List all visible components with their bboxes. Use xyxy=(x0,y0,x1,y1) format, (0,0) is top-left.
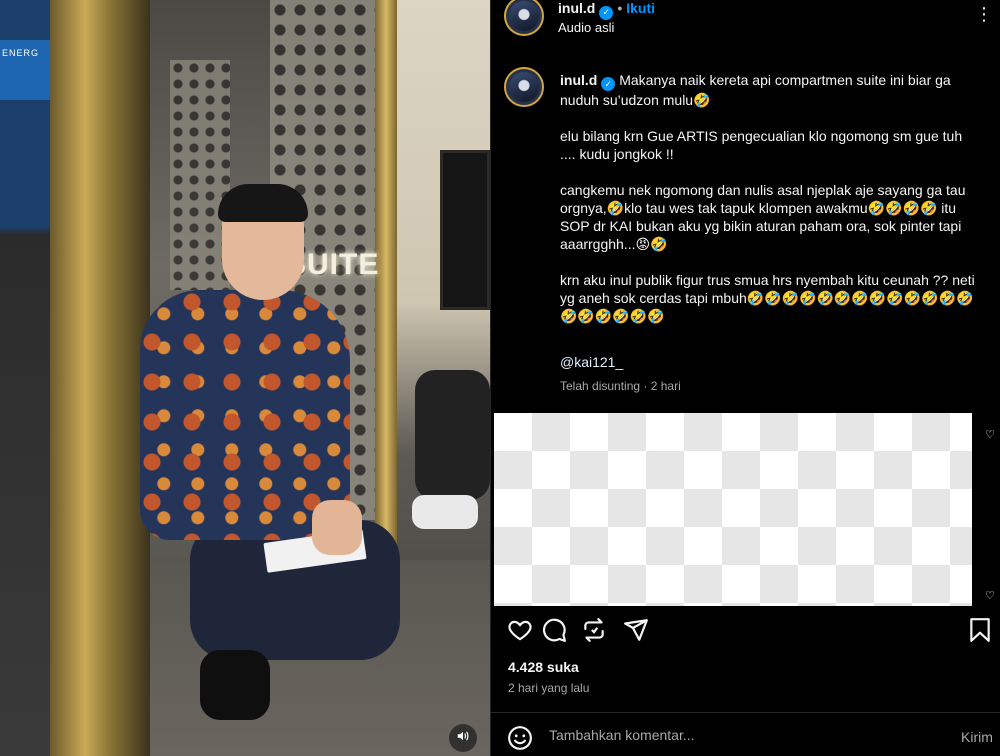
video-player[interactable]: ENERG SUITE xyxy=(0,0,490,756)
video-lattice-left xyxy=(170,60,230,290)
caption-meta: Telah disunting · 2 hari xyxy=(560,379,681,393)
speaker-icon xyxy=(456,729,470,748)
video-left-strip xyxy=(0,0,50,756)
comment-bar: Kirim xyxy=(491,712,1000,756)
bookmark-icon[interactable] xyxy=(967,617,993,643)
caption-avatar[interactable] xyxy=(504,67,544,107)
caption-paragraph: elu bilang krn Gue ARTIS pengecualian kl… xyxy=(560,128,963,162)
caption-paragraph: inul.d ✓ Makanya naik kereta api compartm… xyxy=(560,71,978,109)
post-header: inul.d ✓ • Ikuti xyxy=(558,0,655,20)
comment-icon[interactable] xyxy=(541,617,567,643)
heart-icon[interactable] xyxy=(507,617,533,643)
post-comment-button[interactable]: Kirim xyxy=(961,729,993,745)
share-icon[interactable] xyxy=(623,617,649,643)
avatar-image xyxy=(509,1,539,31)
action-bar xyxy=(507,617,992,643)
more-icon[interactable]: ⋮ xyxy=(975,4,994,25)
comment-like-heart-icon[interactable]: ♡ xyxy=(985,589,995,602)
caption-text: Makanya naik kereta api compartmen suite… xyxy=(560,72,951,108)
video-door-frame xyxy=(50,0,150,756)
post-date: 2 hari yang lalu xyxy=(508,681,590,695)
header-username[interactable]: inul.d xyxy=(558,0,595,16)
video-man-shoe xyxy=(200,650,270,720)
video-banner-text: ENERG xyxy=(2,48,40,58)
verified-icon: ✓ xyxy=(599,5,614,20)
comment-input[interactable] xyxy=(549,727,909,743)
caption-paragraph: cangkemu nek ngomong dan nulis asal njep… xyxy=(560,182,966,252)
audio-link[interactable]: Audio asli xyxy=(558,20,614,35)
mute-button[interactable] xyxy=(449,724,477,752)
post-panel: inul.d ✓ • Ikuti Audio asli ⋮ inul.d ✓ Makan… xyxy=(491,0,1000,756)
comment-like-heart-icon[interactable]: ♡ xyxy=(985,428,995,441)
video-man-hair xyxy=(218,184,308,222)
follow-button[interactable]: Ikuti xyxy=(626,0,655,16)
caption-mention-link[interactable]: @kai121_ xyxy=(560,354,623,370)
video-other-person-shoe xyxy=(412,495,478,529)
video-tv xyxy=(440,150,490,310)
video-other-person-leg xyxy=(415,370,490,500)
avatar-image xyxy=(509,72,539,102)
video-man-hand xyxy=(312,500,362,555)
like-count[interactable]: 4.428 suka xyxy=(508,659,579,675)
caption-paragraph: krn aku inul publik figur trus smua hrs … xyxy=(560,272,975,324)
verified-icon: ✓ xyxy=(601,77,616,91)
emoji-icon[interactable] xyxy=(507,725,533,751)
comment-image xyxy=(494,413,972,606)
header-avatar[interactable] xyxy=(504,0,544,36)
caption-username[interactable]: inul.d xyxy=(560,72,597,88)
repost-icon[interactable] xyxy=(581,617,607,643)
post-caption: inul.d ✓ Makanya naik kereta api compartm… xyxy=(560,71,978,343)
header-separator: • xyxy=(617,0,623,16)
